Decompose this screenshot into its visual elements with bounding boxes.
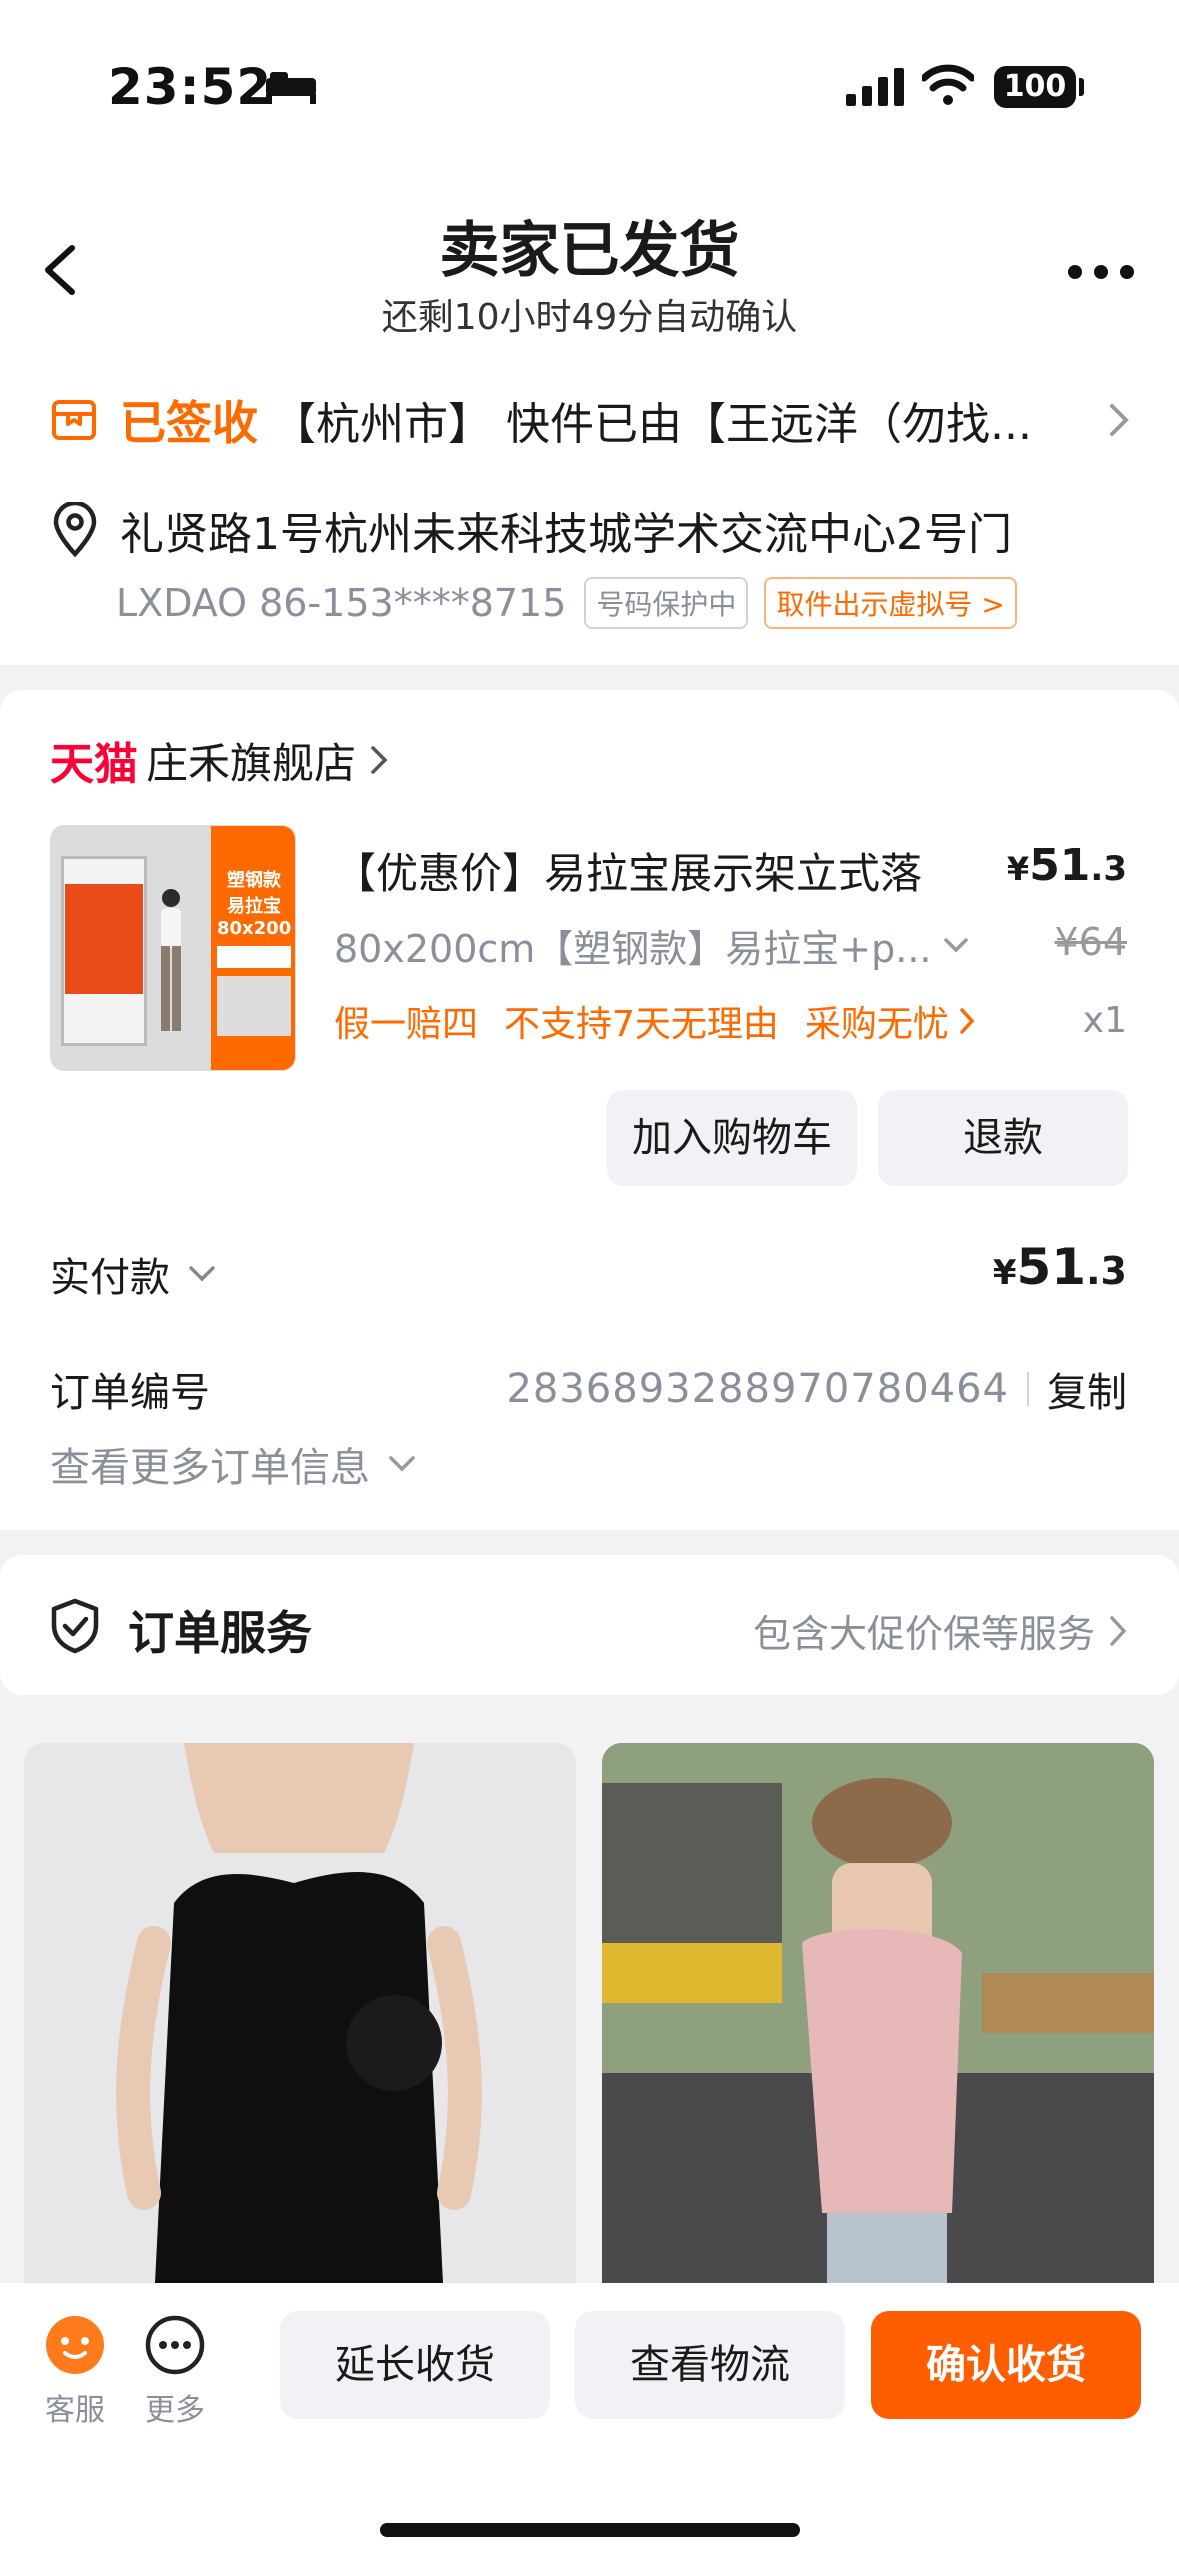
recipient-contact: LXDAO 86-153****8715	[116, 581, 567, 625]
add-to-cart-button[interactable]: 加入购物车	[607, 1090, 857, 1186]
chevron-right-icon	[1110, 1615, 1127, 1646]
thumbnail-tag	[217, 946, 291, 968]
shield-check-icon	[51, 1598, 99, 1654]
package-icon	[52, 400, 96, 440]
page-title: 卖家已发货	[439, 216, 740, 286]
product-quantity: x1	[1082, 1000, 1127, 1041]
auto-confirm-countdown: 还剩10小时49分自动确认	[381, 297, 798, 338]
view-logistics-button[interactable]: 查看物流	[575, 2311, 845, 2419]
more-options-icon[interactable]	[1066, 262, 1136, 282]
price-currency: ¥	[1006, 850, 1030, 888]
more-order-info-label: 查看更多订单信息	[50, 1445, 370, 1491]
confirm-receipt-button[interactable]: 确认收货	[871, 2311, 1141, 2419]
promo-tags[interactable]: 假一赔四 不支持7天无理由 采购无忧	[334, 995, 975, 1047]
chevron-down-icon	[389, 1456, 415, 1472]
price-main: 51	[1029, 840, 1091, 891]
shop-link[interactable]: 天猫 庄禾旗舰店	[50, 735, 388, 790]
promo-tag: 采购无忧	[804, 1004, 949, 1045]
privacy-badge: 号码保护中	[584, 577, 749, 629]
address-row: 礼贤路1号杭州未来科技城学术交流中心2号门	[50, 500, 1130, 560]
product-title[interactable]: 【优惠价】易拉宝展示架立式落	[334, 840, 922, 901]
sleep-focus-icon	[266, 72, 316, 104]
order-number: 2836893288970780464	[506, 1366, 1009, 1412]
paid-main: 51	[1016, 1238, 1087, 1296]
product-sku[interactable]: 80x200cm【塑钢款】易拉宝+p...	[334, 918, 969, 973]
product-price: ¥51.3	[1007, 840, 1127, 891]
recommend-card-top[interactable]	[602, 1743, 1154, 2303]
copy-order-number-button[interactable]: 复制	[1047, 1360, 1127, 1418]
logistics-latest-text: 【杭州市】 快件已由【王远洋（勿找...	[272, 399, 1032, 450]
paid-amount: ¥51.3	[993, 1238, 1127, 1296]
logistics-row[interactable]: 已签收 【杭州市】 快件已由【王远洋（勿找...	[50, 390, 1130, 450]
status-bar: 23:52 100	[0, 0, 1179, 180]
divider	[1027, 1372, 1029, 1406]
home-indicator[interactable]	[380, 2523, 800, 2537]
promo-tag: 假一赔四	[334, 1004, 479, 1045]
order-card: 天猫 庄禾旗舰店 塑钢款 易拉宝 80x200 【优惠价】易拉宝展示架立式落 ¥…	[0, 690, 1179, 1530]
recommend-card-dress[interactable]	[24, 1743, 576, 2303]
order-number-group: 2836893288970780464 复制	[506, 1360, 1127, 1418]
thumbnail-banner-print	[65, 884, 143, 994]
paid-label: 实付款	[50, 1255, 170, 1301]
paid-currency: ¥	[992, 1253, 1017, 1293]
more-button[interactable]: 更多	[130, 2313, 220, 2429]
cellular-signal-icon	[846, 68, 904, 106]
location-pin-icon	[53, 502, 97, 558]
more-label: 更多	[145, 2393, 205, 2428]
chevron-right-icon	[1110, 404, 1129, 436]
bottom-action-bar: 客服 更多 延长收货 查看物流 确认收货	[0, 2283, 1179, 2556]
customer-service-label: 客服	[45, 2393, 105, 2428]
paid-decimal: .3	[1086, 1249, 1127, 1293]
logistics-status: 已签收	[120, 396, 258, 450]
refund-button[interactable]: 退款	[878, 1090, 1128, 1186]
order-service-row[interactable]: 订单服务 包含大促价保等服务	[0, 1555, 1179, 1695]
customer-service-button[interactable]: 客服	[30, 2313, 120, 2429]
thumbnail-model-figure	[161, 889, 181, 1031]
thumbnail-promo-text: 塑钢款 易拉宝 80x200	[217, 870, 292, 939]
tank-top-product-image	[602, 1743, 1154, 2303]
virtual-number-button[interactable]: 取件出示虚拟号 >	[764, 577, 1017, 629]
order-service-title: 订单服务	[128, 1606, 312, 1660]
product-thumbnail[interactable]: 塑钢款 易拉宝 80x200	[50, 825, 296, 1071]
chevron-right-icon	[960, 1008, 975, 1034]
order-service-summary: 包含大促价保等服务	[753, 1603, 1127, 1658]
paid-amount-toggle[interactable]: 实付款	[50, 1245, 216, 1303]
sku-text: 80x200cm【塑钢款】易拉宝+p...	[334, 927, 932, 971]
shipping-header-card: 卖家已发货 还剩10小时49分自动确认 已签收 【杭州市】 快件已由【王远洋（勿…	[0, 180, 1179, 665]
status-time: 23:52	[108, 58, 273, 116]
battery-indicator: 100	[994, 66, 1076, 108]
order-number-label: 订单编号	[50, 1370, 210, 1416]
order-service-summary-text: 包含大促价保等服务	[752, 1612, 1095, 1656]
more-order-info-toggle[interactable]: 查看更多订单信息	[50, 1435, 416, 1493]
thumbnail-promo-panel: 塑钢款 易拉宝 80x200	[211, 826, 295, 1070]
chevron-right-icon	[371, 746, 388, 774]
tmall-logo: 天猫	[50, 739, 138, 790]
chevron-down-icon	[189, 1266, 215, 1282]
customer-service-icon	[46, 2316, 104, 2374]
original-price: ¥64	[1054, 920, 1127, 964]
wifi-icon	[922, 64, 974, 105]
contact-row: LXDAO 86-153****8715 号码保护中 取件出示虚拟号 >	[116, 577, 1017, 629]
order-detail-page: 23:52 100 卖家已发货 还剩10小时49分自动确认 已签收 【杭州市】 …	[0, 0, 1179, 2556]
promo-tag: 不支持7天无理由	[504, 1004, 779, 1045]
price-decimal: .3	[1090, 849, 1127, 889]
more-icon	[145, 2315, 205, 2375]
extend-receipt-button[interactable]: 延长收货	[280, 2311, 550, 2419]
dress-product-image	[24, 1743, 576, 2303]
chevron-down-icon	[944, 937, 969, 952]
battery-tip	[1079, 78, 1084, 96]
shop-name: 庄禾旗舰店	[146, 738, 357, 788]
address-text: 礼贤路1号杭州未来科技城学术交流中心2号门	[120, 509, 1012, 560]
thumbnail-accessory	[217, 976, 291, 1036]
